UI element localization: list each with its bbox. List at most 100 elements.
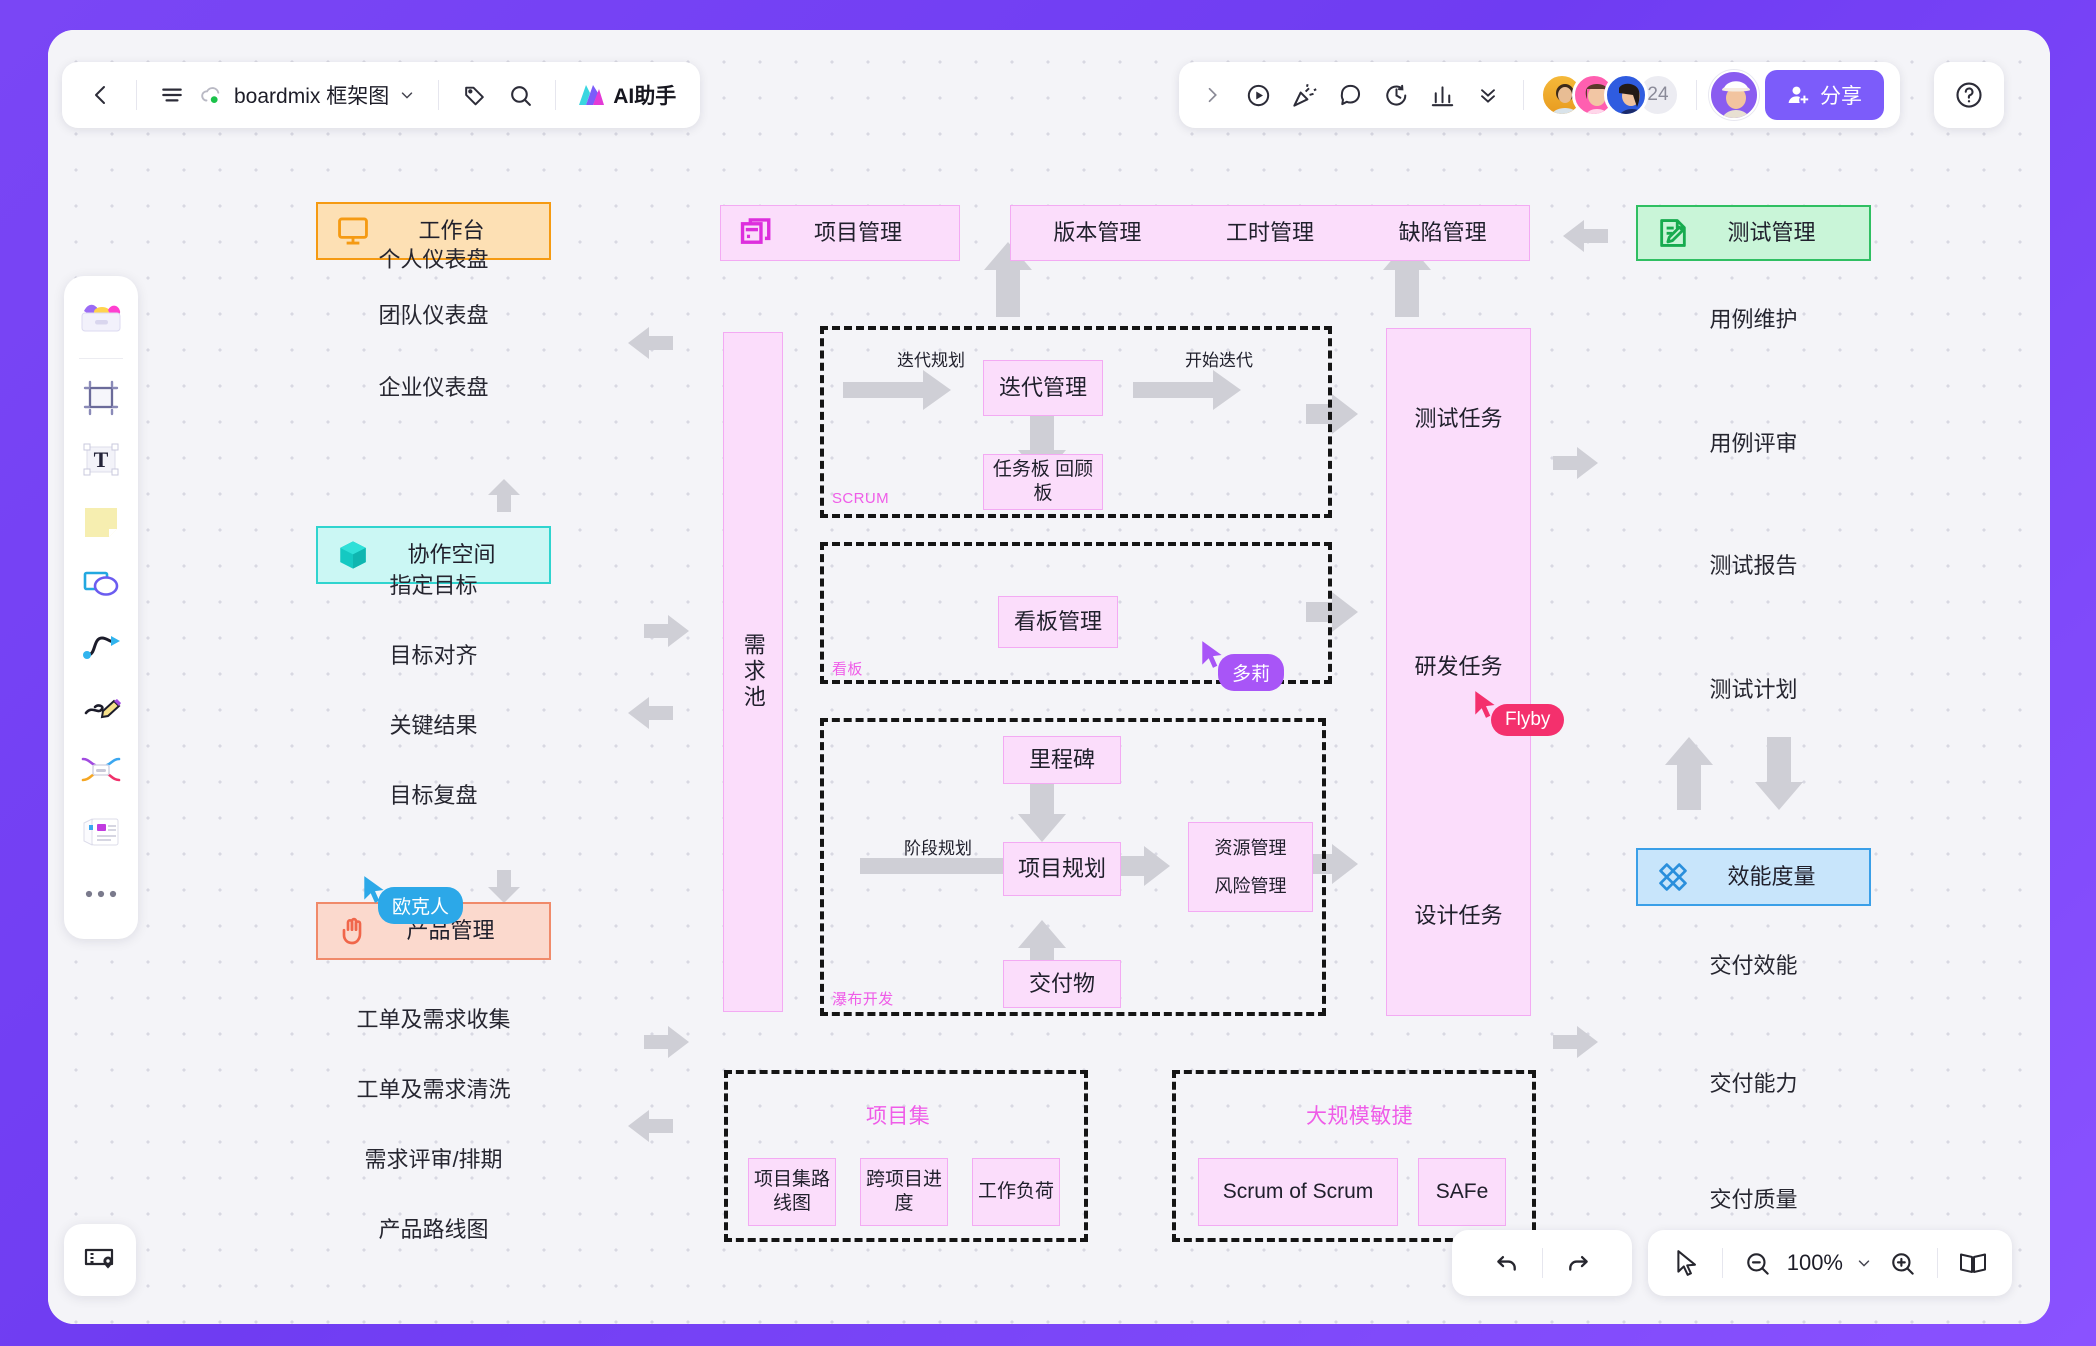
document-title[interactable]: boardmix 框架图 [195, 80, 426, 110]
shapes-icon[interactable] [72, 555, 130, 613]
node-case-review[interactable]: 用例评审 [1636, 414, 1871, 474]
divider [438, 80, 440, 110]
undo-icon[interactable] [1484, 1240, 1530, 1286]
node-test-report[interactable]: 测试报告 [1636, 536, 1871, 596]
zoom-toolbar: 100% [1647, 1230, 2012, 1296]
node-deliverable[interactable]: 交付物 [1003, 960, 1121, 1008]
group-scaled-agile-label: 大规模敏捷 [1306, 1105, 1413, 1128]
divider [1523, 80, 1524, 110]
node-mgmt-bar[interactable]: 版本管理 工时管理 缺陷管理 [1010, 205, 1530, 261]
zoom-level-label[interactable]: 100% [1781, 1250, 1849, 1276]
divider [1696, 80, 1697, 110]
frame-icon[interactable] [72, 369, 130, 427]
node-delivery-efficiency[interactable]: 交付效能 [1636, 936, 1871, 996]
node-project-mgmt[interactable]: 项目管理 [720, 205, 960, 261]
node-label-dev-task: 研发任务 [1414, 654, 1503, 680]
edge-label-phase-plan: 阶段规划 [904, 839, 972, 859]
node-requirement-pool[interactable]: 需求池 [723, 332, 783, 1012]
cursor-okeren: 欧克人 [362, 875, 464, 924]
app-background: 工作台 个人仪表盘 团队仪表盘 企业仪表盘 协作空间 指定目标 目标对齐 关键结… [0, 0, 2096, 1346]
cursor-label: 多莉 [1218, 654, 1285, 691]
more-icon[interactable] [72, 865, 130, 923]
node-project-plan[interactable]: 项目规划 [1003, 842, 1121, 896]
node-workload[interactable]: 工作负荷 [972, 1158, 1060, 1226]
cursor-icon[interactable] [1664, 1240, 1710, 1286]
node-iteration-mgmt[interactable]: 迭代管理 [983, 360, 1103, 416]
chevron-down-icon[interactable] [1849, 1240, 1879, 1286]
redo-icon[interactable] [1555, 1240, 1601, 1286]
pen-icon[interactable] [72, 679, 130, 737]
top-toolbar-left: boardmix 框架图 AI助手 [62, 62, 701, 128]
node-label-worktime: 工时管理 [1225, 220, 1314, 246]
node-requirement-review[interactable]: 需求评审/排期 [306, 1130, 561, 1190]
divider [1541, 1248, 1543, 1278]
app-window: 工作台 个人仪表盘 团队仪表盘 企业仪表盘 协作空间 指定目标 目标对齐 关键结… [48, 30, 2050, 1324]
zoom-out-icon[interactable] [1735, 1240, 1781, 1286]
text-icon[interactable]: T [72, 431, 130, 489]
node-label-version: 版本管理 [1053, 220, 1142, 246]
tag-icon[interactable] [451, 72, 497, 118]
sticky-note-icon[interactable] [72, 493, 130, 551]
double-chevron-down-icon[interactable] [1465, 72, 1511, 118]
node-delivery-capability[interactable]: 交付能力 [1636, 1054, 1871, 1114]
back-arrow-icon[interactable] [78, 72, 124, 118]
node-goal-review[interactable]: 目标复盘 [316, 766, 551, 826]
node-team-dashboard[interactable]: 团队仪表盘 [316, 286, 551, 346]
cursor-duoli: 多莉 [1200, 640, 1285, 691]
node-safe[interactable]: SAFe [1418, 1158, 1506, 1226]
node-set-goals[interactable]: 指定目标 [316, 556, 551, 616]
node-goal-align[interactable]: 目标对齐 [316, 626, 551, 686]
mindmap-icon[interactable] [72, 741, 130, 799]
templates-icon[interactable] [72, 290, 130, 348]
node-case-maintain[interactable]: 用例维护 [1636, 290, 1871, 350]
whiteboard-canvas[interactable]: 工作台 个人仪表盘 团队仪表盘 企业仪表盘 协作空间 指定目标 目标对齐 关键结… [48, 30, 2050, 1324]
help-button-container [1934, 62, 2004, 128]
node-cross-project-progress[interactable]: 跨项目进度 [860, 1158, 948, 1226]
vote-chart-icon[interactable] [1419, 72, 1465, 118]
cursor-flyby: Flyby [1473, 690, 1565, 736]
connector-icon[interactable] [72, 617, 130, 675]
hamburger-menu-icon[interactable] [149, 72, 195, 118]
node-task-column[interactable]: 测试任务 研发任务 设计任务 [1386, 328, 1531, 1016]
node-test-plan[interactable]: 测试计划 [1636, 660, 1871, 720]
current-user-avatar[interactable] [1709, 70, 1759, 120]
edge-label-iteration-plan: 迭代规划 [897, 351, 965, 371]
ai-assistant-button[interactable]: AI助手 [568, 80, 684, 110]
node-kanban-mgmt[interactable]: 看板管理 [998, 596, 1118, 648]
node-key-results[interactable]: 关键结果 [316, 696, 551, 756]
node-test-mgmt[interactable]: 测试管理 [1636, 205, 1871, 261]
share-button[interactable]: 分享 [1765, 70, 1884, 120]
chevron-right-icon[interactable] [1189, 72, 1235, 118]
collaborator-avatars[interactable]: 24 [1536, 73, 1684, 117]
present-icon[interactable] [1235, 72, 1281, 118]
node-personal-dashboard[interactable]: 个人仪表盘 [316, 230, 551, 290]
node-scrum-of-scrum[interactable]: Scrum of Scrum [1198, 1158, 1398, 1226]
node-ticket-collect[interactable]: 工单及需求收集 [306, 990, 561, 1050]
node-label-defect: 缺陷管理 [1398, 220, 1487, 246]
node-milestone[interactable]: 里程碑 [1003, 736, 1121, 784]
search-icon[interactable] [497, 72, 543, 118]
node-ticket-clean[interactable]: 工单及需求清洗 [306, 1060, 561, 1120]
card-icon[interactable] [72, 803, 130, 861]
node-program-roadmap[interactable]: 项目集路线图 [748, 1158, 836, 1226]
avatar[interactable] [1604, 73, 1648, 117]
book-icon[interactable] [1950, 1240, 1996, 1286]
node-delivery-quality[interactable]: 交付质量 [1636, 1170, 1871, 1230]
comment-icon[interactable] [1327, 72, 1373, 118]
node-taskboard-retroboard[interactable]: 任务板 回顾板 [983, 454, 1103, 510]
document-title-text: boardmix 框架图 [234, 85, 390, 108]
node-resource-risk[interactable]: 资源管理 风险管理 [1188, 822, 1313, 912]
minimap-button[interactable] [64, 1224, 136, 1296]
divider [79, 358, 123, 359]
node-enterprise-dashboard[interactable]: 企业仪表盘 [316, 358, 551, 418]
chevron-down-icon[interactable] [398, 86, 416, 104]
celebrate-icon[interactable] [1281, 72, 1327, 118]
help-icon[interactable] [1946, 72, 1992, 118]
node-label-design-task: 设计任务 [1414, 902, 1503, 928]
timer-icon[interactable] [1373, 72, 1419, 118]
node-efficiency-metrics[interactable]: 效能度量 [1636, 848, 1871, 906]
node-product-roadmap[interactable]: 产品路线图 [306, 1200, 561, 1260]
zoom-in-icon[interactable] [1879, 1240, 1925, 1286]
cursor-label: Flyby [1491, 704, 1565, 736]
ai-assistant-label: AI助手 [613, 85, 677, 108]
